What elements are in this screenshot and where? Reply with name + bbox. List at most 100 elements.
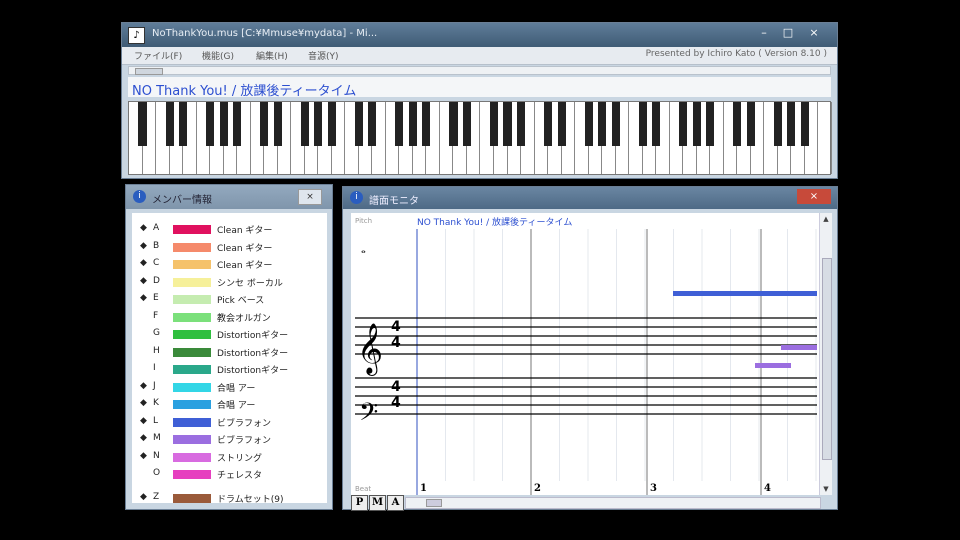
score-horizontal-scrollbar[interactable] <box>405 497 821 509</box>
black-key[interactable] <box>219 102 228 146</box>
a-button[interactable]: A <box>387 495 404 511</box>
score-window-close-button[interactable]: × <box>797 189 831 204</box>
black-key[interactable] <box>354 102 363 146</box>
black-key[interactable] <box>773 102 782 146</box>
black-key[interactable] <box>314 102 323 146</box>
black-key[interactable] <box>233 102 242 146</box>
menu-function[interactable]: 機能(G) <box>202 49 234 62</box>
black-key[interactable] <box>489 102 499 146</box>
black-key[interactable] <box>638 102 647 146</box>
piano-keyboard[interactable] <box>128 101 832 175</box>
black-key[interactable] <box>544 102 553 146</box>
member-color-swatch[interactable] <box>173 452 211 462</box>
member-row[interactable]: ◆ K 合唱 アー <box>140 396 320 412</box>
black-key[interactable] <box>800 102 809 146</box>
black-key[interactable] <box>692 102 701 146</box>
measure-number: 4 <box>764 483 771 494</box>
member-window-title-bar[interactable]: i メンバー情報 × <box>126 185 332 209</box>
score-window-title-bar[interactable]: i 譜面モニタ × <box>343 187 837 209</box>
menu-file[interactable]: ファイル(F) <box>134 49 182 62</box>
member-row[interactable]: I Distortionギター <box>140 361 320 377</box>
member-color-swatch[interactable] <box>173 417 211 427</box>
black-key[interactable] <box>408 102 417 146</box>
member-row[interactable]: ◆ Z ドラムセット(9) <box>140 490 320 506</box>
member-color-swatch[interactable] <box>173 242 211 252</box>
black-key[interactable] <box>300 102 309 146</box>
member-letter: N <box>153 450 160 461</box>
menu-sound[interactable]: 音源(Y) <box>308 49 339 62</box>
black-key[interactable] <box>395 102 404 146</box>
score-vertical-scrollbar[interactable]: ▲ ▼ <box>819 213 832 495</box>
black-key[interactable] <box>706 102 715 146</box>
black-key[interactable] <box>503 102 512 146</box>
horizontal-scrollbar[interactable] <box>128 66 831 75</box>
member-color-swatch[interactable] <box>173 382 211 392</box>
member-row[interactable]: ◆ A Clean ギター <box>140 221 320 237</box>
member-row[interactable]: ◆ E Pick ベース <box>140 291 320 307</box>
black-key[interactable] <box>368 102 377 146</box>
black-key[interactable] <box>165 102 174 146</box>
white-key[interactable] <box>818 102 832 174</box>
member-color-swatch[interactable] <box>173 330 211 339</box>
black-key[interactable] <box>746 102 755 146</box>
menu-edit[interactable]: 編集(H) <box>256 49 288 62</box>
member-row[interactable]: ◆ N ストリング <box>140 449 320 465</box>
member-row[interactable]: ◆ C Clean ギター <box>140 256 320 272</box>
black-key[interactable] <box>598 102 607 146</box>
member-color-swatch[interactable] <box>173 277 211 287</box>
member-row[interactable]: ◆ B Clean ギター <box>140 239 320 255</box>
close-button[interactable]: × <box>803 25 825 41</box>
maximize-button[interactable]: □ <box>777 25 799 41</box>
black-key[interactable] <box>206 102 215 146</box>
member-row[interactable]: G Distortionギター <box>140 326 320 342</box>
member-color-swatch[interactable] <box>173 347 211 357</box>
note-bar-purple <box>781 345 817 350</box>
black-key[interactable] <box>327 102 336 146</box>
scroll-thumb[interactable] <box>426 499 442 507</box>
black-key[interactable] <box>679 102 688 146</box>
member-instrument: Distortionギター <box>217 331 289 341</box>
member-row[interactable]: O チェレスタ <box>140 466 320 482</box>
title-bar[interactable]: ♪ NoThankYou.mus [C:¥Mmuse¥mydata] - Mi.… <box>122 23 837 47</box>
scroll-up-arrow[interactable]: ▲ <box>820 213 832 225</box>
member-row[interactable]: ◆ D シンセ ボーカル <box>140 274 320 290</box>
member-color-swatch[interactable] <box>173 225 211 234</box>
member-window-close-button[interactable]: × <box>298 189 322 205</box>
black-key[interactable] <box>422 102 431 146</box>
black-key[interactable] <box>611 102 620 146</box>
member-color-swatch[interactable] <box>173 470 211 479</box>
score-canvas[interactable]: Pitch Beat NO Thank You! / 放課後ティータイム 𝅝 𝄞… <box>351 213 825 495</box>
black-key[interactable] <box>449 102 458 146</box>
member-color-swatch[interactable] <box>173 435 211 444</box>
black-key[interactable] <box>517 102 526 146</box>
member-color-swatch[interactable] <box>173 365 211 374</box>
scroll-thumb[interactable] <box>822 258 832 460</box>
member-row[interactable]: ◆ M ビブラフォン <box>140 431 320 447</box>
member-row[interactable]: ◆ J 合唱 アー <box>140 379 320 395</box>
member-color-swatch[interactable] <box>173 260 211 269</box>
member-color-swatch[interactable] <box>173 312 211 322</box>
black-key[interactable] <box>557 102 566 146</box>
m-button[interactable]: M <box>369 495 386 511</box>
black-key[interactable] <box>273 102 282 146</box>
minimize-button[interactable]: – <box>753 25 775 41</box>
staff-lines <box>355 317 817 415</box>
black-key[interactable] <box>584 102 593 146</box>
p-button[interactable]: P <box>351 495 368 511</box>
member-row[interactable]: H Distortionギター <box>140 344 320 360</box>
scroll-down-arrow[interactable]: ▼ <box>820 483 832 495</box>
black-key[interactable] <box>652 102 661 146</box>
black-key[interactable] <box>260 102 269 146</box>
member-color-swatch[interactable] <box>173 400 211 409</box>
bullet-diamond-icon: ◆ <box>140 450 147 461</box>
member-row[interactable]: ◆ L ビブラフォン <box>140 414 320 430</box>
member-color-swatch[interactable] <box>173 493 211 503</box>
black-key[interactable] <box>733 102 742 146</box>
black-key[interactable] <box>179 102 188 146</box>
black-key[interactable] <box>138 102 147 146</box>
black-key[interactable] <box>787 102 796 146</box>
black-key[interactable] <box>462 102 472 146</box>
scroll-thumb[interactable] <box>135 68 163 75</box>
member-row[interactable]: F 教会オルガン <box>140 309 320 325</box>
member-color-swatch[interactable] <box>173 295 211 304</box>
